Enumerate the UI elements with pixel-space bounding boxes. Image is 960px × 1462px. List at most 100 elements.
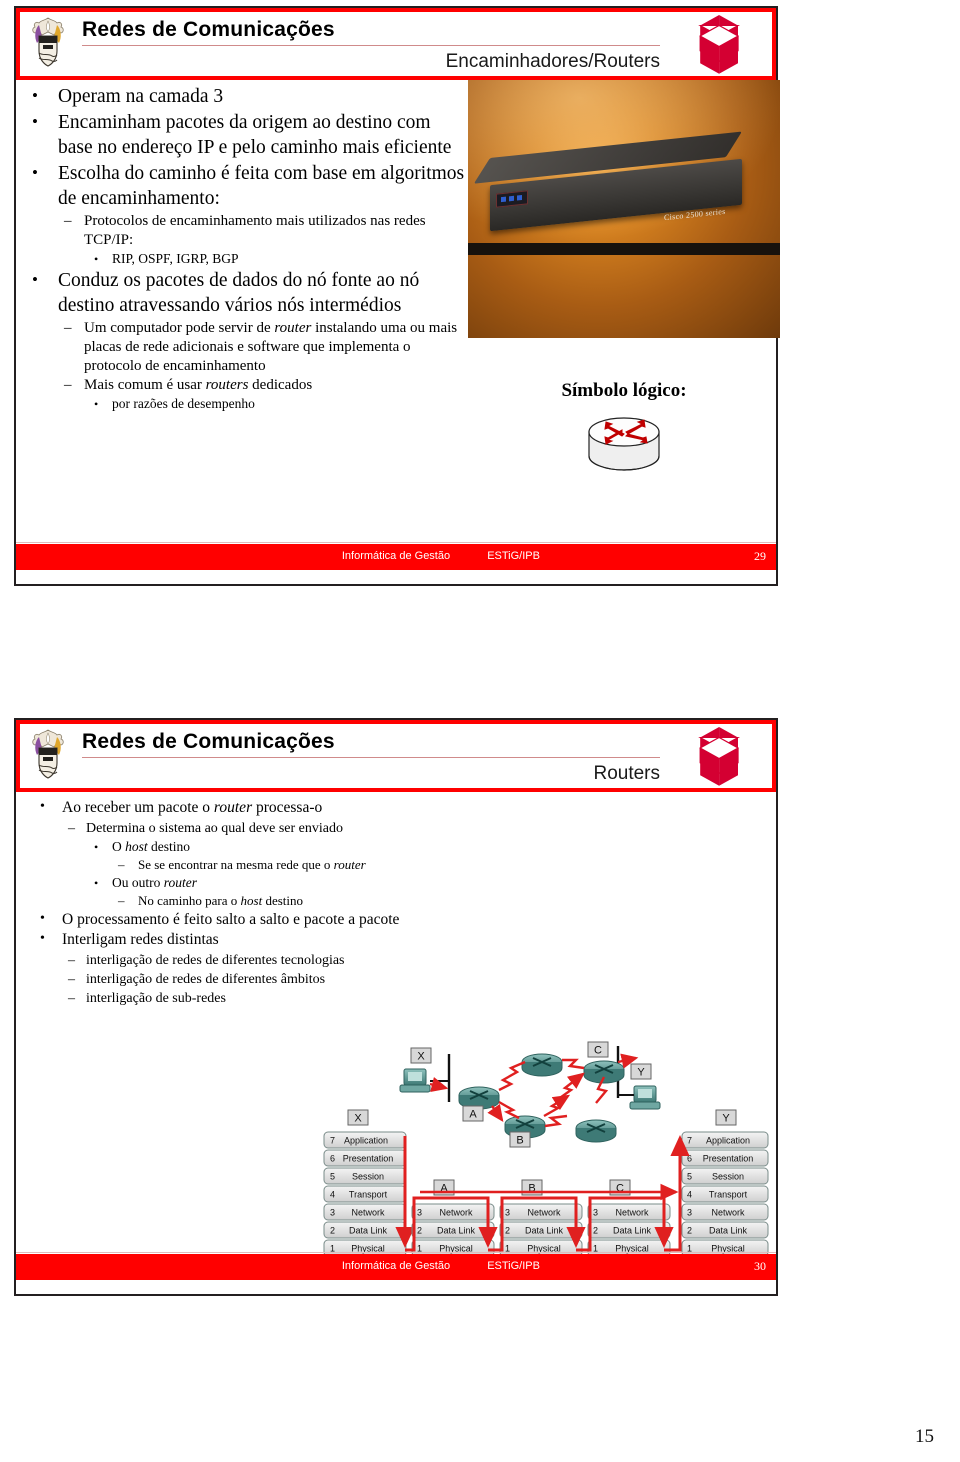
layer-name: Network [527,1208,561,1218]
title-divider [82,757,660,758]
logical-symbol-block: Símbolo lógico: [468,380,780,481]
ipb-cube-logo-icon [698,727,741,786]
university-crest-icon [32,17,64,67]
bullet-item: Um computador pode servir de router inst… [16,319,468,376]
footer-course: Informática de Gestão [341,1260,451,1272]
deck-title: Redes de Comunicações [82,730,335,753]
layer-name: Network [711,1208,745,1218]
layer-name: Network [351,1208,385,1218]
bullet-item: Ao receber um pacote o router processa-o [24,797,494,819]
slide2-bullet-list: Ao receber um pacote o router processa-o… [24,797,494,1008]
layer-name: Transport [349,1190,388,1200]
layer-name: Session [352,1172,384,1182]
layer-name: Application [344,1136,388,1146]
bullet-item: O processamento é feito salto a salto e … [24,909,494,931]
bullet-item: O host destino [24,838,494,856]
slide1-footer: Informática de Gestão ESTiG/IPB 29 [16,542,776,570]
layer-num: 4 [687,1190,692,1200]
layer-name: Data Link [709,1226,748,1236]
layer-num: 2 [505,1226,510,1236]
layer-num: 3 [417,1208,422,1218]
title-divider [82,45,660,46]
layer-name: Session [712,1172,744,1182]
slide2-body: Ao receber um pacote o router processa-o… [16,792,776,1254]
bullet-item: Ou outro router [24,874,494,892]
footer-slide-number: 30 [754,1259,766,1273]
layer-name: Data Link [525,1226,564,1236]
router-device-icon-c [583,1060,625,1084]
footer-slide-number: 29 [754,549,766,563]
router-device-icon-lower [575,1119,617,1143]
router-cylinder-icon [588,417,660,471]
osi-router-path-diagram: X Y A B C X 7 Application 6 Presentation… [323,1041,769,1254]
bullet-item: Conduz os pacotes de dados do nó fonte a… [16,267,468,318]
layer-name: Application [706,1136,750,1146]
bullet-item: Encaminham pacotes da origem ao destino … [16,109,468,160]
bullet-item: Escolha do caminho é feita com base em a… [16,160,468,211]
bullet-item: Se se encontrar na mesma rede que o rout… [24,856,494,874]
bullet-item: Operam na camada 3 [16,83,468,109]
layer-name: Data Link [437,1226,476,1236]
bullet-item: Mais comum é usar routers dedicados [16,376,468,395]
bullet-item: por razões de desempenho [16,395,468,413]
footer-divider [16,542,776,543]
layer-num: 2 [687,1226,692,1236]
layer-num: 3 [330,1208,335,1218]
stack-label-y: Y [722,1113,730,1125]
layer-num: 7 [687,1136,692,1146]
router-device-icon-top [521,1053,563,1077]
slide2-footer: Informática de Gestão ESTiG/IPB 30 [16,1252,776,1280]
layer-num: 3 [505,1208,510,1218]
label-router-c: C [594,1045,602,1057]
layer-num: 2 [330,1226,335,1236]
layer-num: 7 [330,1136,335,1146]
stack-y-layers: 7 Application 6 Presentation 5 Session 4 Tra… [681,1131,769,1254]
footer-course: Informática de Gestão [341,550,451,562]
stack-x-layers: 7 Application 6 Presentation 5 Session 4 Tra… [323,1131,407,1254]
bullet-item: RIP, OSPF, IGRP, BGP [16,250,468,268]
layer-name: Transport [709,1190,748,1200]
layer-num: 3 [687,1208,692,1218]
label-router-a: A [469,1109,477,1121]
label-x: X [417,1051,425,1063]
label-router-b: B [516,1135,523,1147]
layer-num: 3 [593,1208,598,1218]
slide1-bullet-list: Operam na camada 3 Encaminham pacotes da… [16,83,468,413]
slide2-subtitle: Routers [593,763,660,784]
layer-num: 5 [687,1172,692,1182]
bullet-item: Determina o sistema ao qual deve ser env… [24,819,494,838]
workstation-icon-x [399,1068,431,1093]
workstation-icon-y [629,1085,661,1110]
deck-title: Redes de Comunicações [82,18,335,41]
layer-name: Network [615,1208,649,1218]
layer-num: 2 [593,1226,598,1236]
layer-name: Data Link [613,1226,652,1236]
footer-divider [16,1252,776,1253]
layer-name: Network [439,1208,473,1218]
layer-num: 2 [417,1226,422,1236]
bullet-item: No caminho para o host destino [24,892,494,910]
osi-stack-y: Y 7 Application 6 Presentation 5 Session 4 T… [664,1109,769,1254]
bullet-item: interligação de sub-redes [24,989,494,1008]
slide2-header: Redes de Comunicações Routers [16,720,776,792]
handout-page-number: 15 [915,1426,934,1447]
layer-name: Presentation [343,1154,394,1164]
layer-num: 4 [330,1190,335,1200]
slide1-header: Redes de Comunicações Encaminhadores/Rou… [16,8,776,80]
layer-name: Data Link [349,1226,388,1236]
layer-num: 5 [330,1172,335,1182]
bullet-item: Interligam redes distintas [24,929,494,951]
topology-group: X Y A B C [399,1041,661,1148]
slide-routers: Redes de Comunicações Routers • Ao receb… [14,718,778,1296]
bullet-item: Protocolos de encaminhamento mais utiliz… [16,212,468,250]
slide1-subtitle: Encaminhadores/Routers [445,51,660,72]
osi-stack-x: X 7 Application 6 Presentation 5 Session 4 T… [323,1109,415,1254]
footer-institution: ESTiG/IPB [487,1260,540,1272]
ipb-cube-logo-icon [698,15,741,74]
logical-symbol-caption: Símbolo lógico: [561,380,687,401]
label-y: Y [637,1067,645,1079]
slide-encaminhadores-routers: Redes de Comunicações Encaminhadores/Rou… [14,6,780,586]
stack-label-x: X [354,1113,362,1125]
layer-name: Presentation [703,1154,754,1164]
bullet-item: interligação de redes de diferentes âmbi… [24,970,494,989]
